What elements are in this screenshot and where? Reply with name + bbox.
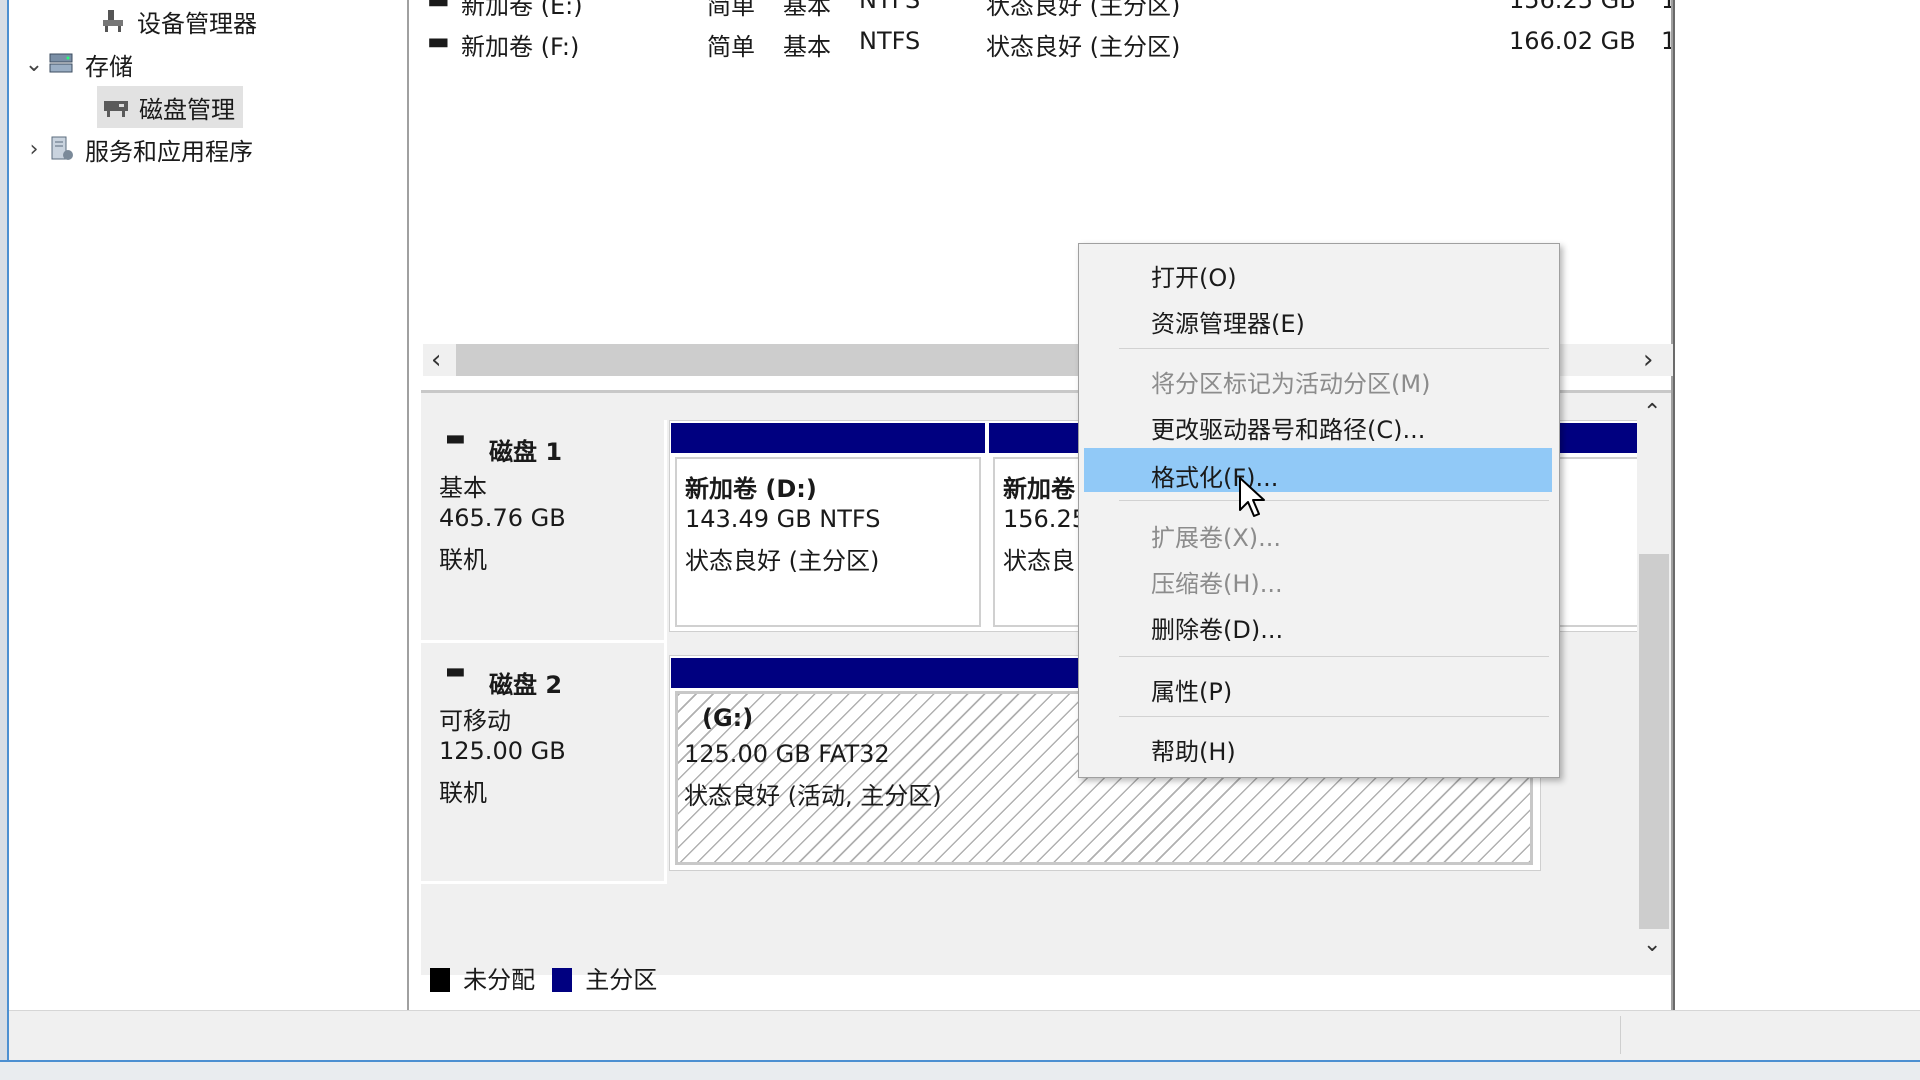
disk-icon: ▬ (445, 659, 466, 684)
menu-item-extend: 扩展卷(X)... (1084, 508, 1552, 552)
volume-layout: 简单 (707, 0, 755, 20)
scrollbar-thumb[interactable] (1639, 554, 1669, 929)
volume-title: 新加卷 (D:) (685, 475, 817, 503)
window-left-edge (0, 0, 9, 1060)
disk-size: 125.00 GB (439, 737, 566, 765)
disk-1-info[interactable]: ▬ 磁盘 1 基本 465.76 GB 联机 (421, 420, 667, 643)
disk-state: 联机 (439, 779, 487, 807)
legend-unallocated: 未分配 (463, 966, 536, 994)
volume-status: 状态良好 (主分区) (986, 0, 1181, 20)
scroll-right-arrow-icon[interactable]: › (1643, 347, 1653, 373)
table-row[interactable]: ▬ 新加卷 (E:) 简单 基本 NTFS 状态良好 (主分区) 156.25 … (411, 0, 1671, 22)
volume-status: 状态良好 (活动, 主分区) (684, 782, 942, 810)
tree-item-disk-management[interactable]: 磁盘管理 (97, 86, 243, 128)
tree-label: 设备管理器 (137, 9, 257, 38)
volume-extra: 1 (1661, 0, 1671, 14)
disk-size: 465.76 GB (439, 504, 566, 532)
menu-label: 扩展卷(X)... (1151, 524, 1282, 552)
volume-title: (G:) (702, 704, 754, 732)
drive-icon: ▬ (427, 0, 450, 14)
menu-item-change-drive-letter[interactable]: 更改驱动器号和路径(C)... (1084, 400, 1552, 444)
storage-icon (49, 53, 73, 73)
chevron-down-icon[interactable]: ⌄ (21, 52, 47, 77)
volume-size-fs: 156.25 (1003, 505, 1087, 533)
menu-label: 删除卷(D)... (1151, 616, 1284, 644)
volume-status: 状态良好 (主分区) (685, 547, 880, 575)
menu-item-shrink: 压缩卷(H)... (1084, 554, 1552, 598)
menu-separator (1119, 348, 1549, 349)
disk-name: 磁盘 2 (489, 671, 563, 699)
legend: 未分配 主分区 (430, 968, 657, 1004)
menu-label: 属性(P) (1151, 678, 1233, 706)
menu-separator (1119, 656, 1549, 657)
menu-item-explorer[interactable]: 资源管理器(E) (1084, 294, 1552, 338)
scroll-left-arrow-icon[interactable]: ‹ (431, 347, 441, 373)
menu-item-properties[interactable]: 属性(P) (1084, 662, 1552, 706)
volume-title: 新加卷 (1003, 475, 1075, 503)
console-tree: 设备管理器 ⌄ 存储 磁盘管理 › 服务和应用程序 (9, 0, 409, 1010)
mouse-pointer-icon (1239, 477, 1265, 517)
tree-label: 磁盘管理 (139, 95, 235, 124)
status-bar (9, 1010, 1920, 1060)
menu-label: 将分区标记为活动分区(M) (1151, 370, 1431, 398)
window-bottom-edge (0, 1060, 1920, 1080)
tree-label: 存储 (85, 52, 133, 81)
volume-extra: 1 (1661, 27, 1671, 55)
table-row[interactable]: ▬ 新加卷 (F:) 简单 基本 NTFS 状态良好 (主分区) 166.02 … (411, 27, 1671, 63)
volume-status: 状态良好 (主分区) (986, 33, 1181, 61)
menu-separator (1119, 500, 1549, 501)
chevron-right-icon[interactable]: › (21, 137, 47, 162)
menu-label: 更改驱动器号和路径(C)... (1151, 416, 1426, 444)
volume-name: 新加卷 (F:) (461, 33, 580, 61)
tree-item-storage[interactable]: ⌄ 存储 (21, 45, 133, 83)
context-menu: 打开(O) 资源管理器(E) 将分区标记为活动分区(M) 更改驱动器号和路径(C… (1078, 243, 1560, 778)
device-manager-icon (103, 10, 123, 32)
disk-icon: ▬ (445, 426, 466, 451)
disk-kind: 可移动 (439, 707, 511, 735)
volume-status: 状态良 (1003, 547, 1075, 575)
disk-2-info[interactable]: ▬ 磁盘 2 可移动 125.00 GB 联机 (421, 643, 667, 884)
menu-item-open[interactable]: 打开(O) (1084, 248, 1552, 292)
scroll-up-arrow-icon[interactable]: ⌃ (1643, 402, 1661, 424)
volume-size-fs: 125.00 GB FAT32 (684, 740, 890, 768)
tree-item-services-apps[interactable]: › 服务和应用程序 (21, 130, 253, 168)
menu-separator (1119, 716, 1549, 717)
volume-fs: NTFS (859, 0, 921, 14)
menu-label: 资源管理器(E) (1151, 310, 1305, 338)
menu-label: 打开(O) (1151, 264, 1237, 292)
scroll-down-arrow-icon[interactable]: ⌄ (1643, 934, 1661, 956)
menu-item-delete[interactable]: 删除卷(D)... (1084, 600, 1552, 644)
volume-size-fs: 143.49 GB NTFS (685, 505, 881, 533)
volume-type: 基本 (783, 0, 831, 20)
disk-kind: 基本 (439, 474, 487, 502)
volume-type: 基本 (783, 33, 831, 61)
menu-item-format[interactable]: 格式化(F)... (1084, 448, 1552, 492)
disk-name: 磁盘 1 (489, 438, 563, 466)
legend-primary: 主分区 (585, 966, 658, 994)
unallocated-swatch (430, 968, 450, 992)
volume-d[interactable]: 新加卷 (D:) 143.49 GB NTFS 状态良好 (主分区) (675, 457, 981, 627)
menu-label: 压缩卷(H)... (1151, 570, 1283, 598)
volume-name: 新加卷 (E:) (461, 0, 583, 20)
drive-icon: ▬ (427, 27, 450, 55)
primary-partition-bar (671, 423, 985, 453)
primary-swatch (552, 968, 573, 992)
menu-label: 帮助(H) (1151, 738, 1236, 766)
actions-pane (1673, 0, 1920, 1010)
menu-item-mark-active: 将分区标记为活动分区(M) (1084, 354, 1552, 398)
vertical-scrollbar[interactable]: ⌃ ⌄ (1637, 396, 1671, 966)
services-icon (51, 136, 73, 160)
volume-layout: 简单 (707, 33, 755, 61)
menu-item-help[interactable]: 帮助(H) (1084, 722, 1552, 766)
volume-capacity: 156.25 GB (1509, 0, 1636, 14)
tree-item-device-manager[interactable]: 设备管理器 (99, 2, 257, 40)
disk-management-icon (104, 101, 128, 117)
status-bar-divider (1620, 1016, 1621, 1054)
volume-capacity: 166.02 GB (1509, 27, 1636, 55)
volume-fs: NTFS (859, 27, 921, 55)
tree-label: 服务和应用程序 (85, 137, 253, 166)
disk-state: 联机 (439, 546, 487, 574)
